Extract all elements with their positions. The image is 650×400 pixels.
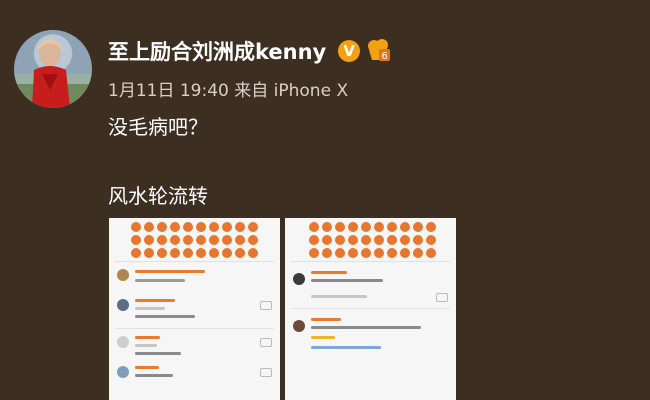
image-thumbnail-1[interactable]	[109, 218, 280, 400]
source-prefix: 来自	[234, 81, 269, 101]
comment-row	[109, 362, 280, 392]
divider	[115, 328, 274, 329]
verified-badge-icon[interactable]: V	[338, 40, 360, 62]
divider	[291, 308, 450, 309]
emoji-block	[131, 222, 280, 258]
post-text-line-1: 没毛病吧？	[108, 115, 208, 139]
comment-row	[285, 265, 456, 305]
post-timestamp[interactable]: 1月11日 19:40	[108, 81, 229, 101]
avatar-image	[14, 39, 92, 108]
avatar[interactable]	[14, 30, 92, 108]
post-text-line-2: 风水轮流转	[108, 184, 208, 208]
comment-row	[109, 265, 280, 295]
divider	[115, 261, 274, 262]
vip-level-icon[interactable]: 6	[366, 38, 392, 66]
post-meta: 1月11日 19:40 来自 iPhone X	[108, 76, 348, 101]
post-source[interactable]: iPhone X	[274, 81, 348, 101]
username[interactable]: 至上励合刘洲成kenny	[108, 36, 326, 66]
image-thumbnail-2[interactable]	[285, 218, 456, 400]
svg-text:6: 6	[381, 51, 387, 62]
emoji-block	[309, 222, 456, 258]
divider	[291, 261, 450, 262]
comment-row	[285, 312, 456, 356]
comment-row	[109, 295, 280, 325]
comment-row	[109, 332, 280, 362]
